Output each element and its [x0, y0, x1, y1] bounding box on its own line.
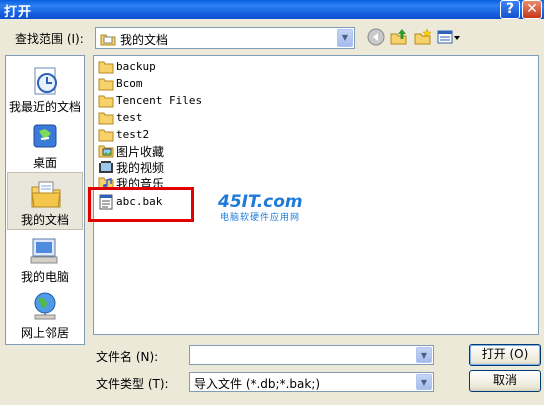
filetype-select[interactable]: 导入文件 (*.db;*.bak;) ▼ — [189, 372, 434, 392]
videos-folder-icon — [98, 159, 114, 175]
chevron-down-icon[interactable]: ▼ — [416, 374, 432, 390]
open-button[interactable]: 打开 (O) — [469, 344, 541, 366]
folder-icon — [98, 76, 114, 92]
my-documents-small-icon — [100, 32, 116, 49]
new-folder-icon[interactable] — [413, 28, 433, 48]
lookin-combo[interactable]: 我的文档 ▼ — [95, 27, 355, 49]
up-folder-icon[interactable] — [389, 28, 409, 48]
place-desktop[interactable]: 桌面 — [7, 116, 83, 174]
file-name: test — [116, 111, 143, 124]
filename-label: 文件名 (N): — [96, 350, 159, 364]
place-my-computer[interactable]: 我的电脑 — [7, 230, 83, 288]
file-name: backup — [116, 60, 156, 73]
folder-icon — [98, 93, 114, 109]
cancel-button[interactable]: 取消 — [469, 370, 541, 392]
watermark-logo: 45IT.com — [218, 192, 303, 212]
filetype-value: 导入文件 (*.db;*.bak;) — [194, 377, 321, 391]
folder-icon — [98, 59, 114, 75]
my-documents-icon — [30, 178, 62, 210]
title-bar: 打开 ? ✕ — [0, 0, 544, 20]
chevron-down-icon[interactable]: ▼ — [416, 347, 432, 363]
place-label: 桌面 — [32, 156, 57, 170]
watermark-subtitle: 电脑软硬件应用网 — [220, 213, 301, 223]
network-places-icon — [29, 291, 61, 323]
pictures-folder-icon — [98, 143, 114, 159]
folder-icon — [98, 127, 114, 143]
recent-documents-icon — [29, 65, 61, 97]
file-name: test2 — [116, 128, 150, 141]
place-network[interactable]: 网上邻居 — [7, 286, 83, 344]
file-name: 图片收藏 — [116, 145, 165, 159]
places-bar: 我最近的文档 桌面 我的文档 我的电脑 网上邻居 — [5, 55, 85, 345]
file-name: Tencent Files — [116, 94, 203, 107]
place-label: 我的电脑 — [20, 270, 69, 284]
my-computer-icon — [29, 235, 61, 267]
filename-field[interactable]: ▼ — [189, 345, 434, 365]
help-button[interactable]: ? — [500, 0, 520, 19]
filetype-label: 文件类型 (T): — [96, 377, 169, 391]
place-recent-documents[interactable]: 我最近的文档 — [7, 60, 83, 118]
place-label: 网上邻居 — [20, 326, 69, 340]
file-name: 我的视频 — [116, 161, 165, 175]
highlight-box — [88, 187, 194, 222]
back-icon[interactable] — [366, 28, 386, 48]
place-label: 我最近的文档 — [8, 100, 81, 114]
view-menu-icon[interactable] — [437, 28, 461, 48]
desktop-icon — [29, 121, 61, 153]
close-button[interactable]: ✕ — [522, 0, 542, 19]
file-name: Bcom — [116, 77, 143, 90]
chevron-down-icon[interactable]: ▼ — [337, 29, 353, 47]
window-title: 打开 — [4, 5, 33, 20]
lookin-label: 查找范围 (I): — [15, 32, 84, 46]
folder-icon — [98, 110, 114, 126]
place-my-documents[interactable]: 我的文档 — [7, 172, 83, 230]
lookin-value: 我的文档 — [120, 33, 169, 47]
place-label: 我的文档 — [20, 213, 69, 227]
